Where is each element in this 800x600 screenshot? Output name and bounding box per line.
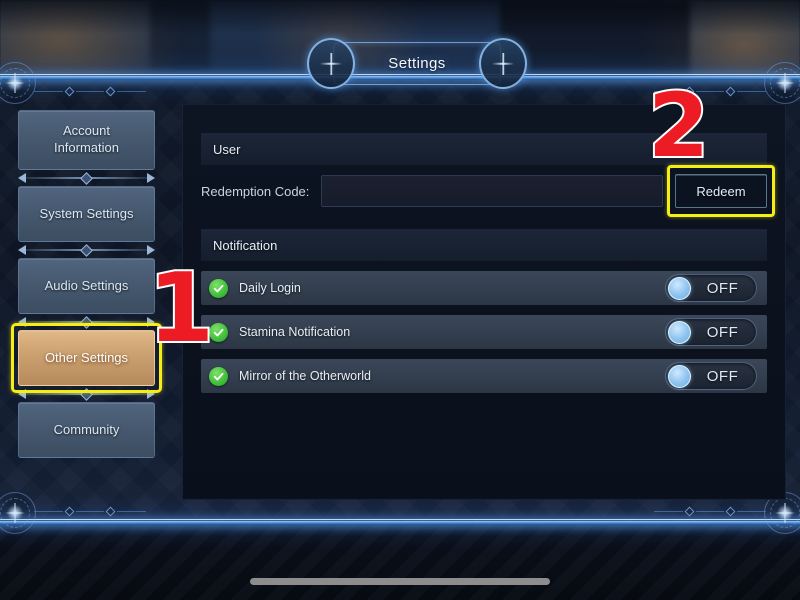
corner-star-ornament-icon — [758, 56, 800, 110]
annotation-step-2: 2 — [646, 74, 711, 177]
plaque-star-right-icon — [477, 36, 529, 91]
notification-row: Mirror of the Otherworld OFF — [201, 359, 767, 393]
redemption-code-input[interactable] — [321, 175, 663, 207]
toggle-knob — [668, 320, 691, 344]
background-vignette — [0, 0, 800, 34]
sidebar-divider — [18, 170, 155, 186]
sidebar-divider — [18, 242, 155, 258]
notification-label: Daily Login — [239, 281, 301, 295]
frame-dot-rail — [654, 506, 767, 516]
notification-row: Stamina Notification OFF — [201, 315, 767, 349]
frame-dot-rail — [34, 506, 147, 516]
notification-rows: Daily Login OFF Stamina Notification OFF Mir… — [183, 271, 785, 393]
sidebar-item-label: Audio Settings — [44, 277, 129, 293]
sidebar-item-label: System Settings — [39, 205, 134, 221]
sidebar-item-label: Other Settings — [44, 349, 129, 365]
sidebar-divider — [18, 386, 155, 402]
notification-toggle[interactable]: OFF — [665, 274, 757, 302]
corner-star-ornament-icon — [0, 486, 42, 540]
sidebar-item-system-settings[interactable]: System Settings — [18, 186, 155, 242]
app-screen: Settings Account Information System Settin… — [0, 0, 800, 600]
toggle-state-label: OFF — [706, 323, 739, 341]
settings-sidebar: Account Information System Settings Audio S… — [11, 110, 162, 458]
toggle-state-label: OFF — [706, 367, 739, 385]
notification-row: Daily Login OFF — [201, 271, 767, 305]
plaque-star-left-icon — [305, 36, 357, 91]
corner-star-ornament-icon — [0, 56, 42, 110]
notification-label: Mirror of the Otherworld — [239, 369, 371, 383]
toggle-knob — [668, 364, 691, 388]
notification-toggle[interactable]: OFF — [665, 318, 757, 346]
sidebar-item-other-settings[interactable]: Other Settings — [18, 330, 155, 386]
frame-rail-bottom — [0, 519, 800, 525]
toggle-state-label: OFF — [706, 279, 739, 297]
sidebar-divider — [18, 314, 155, 330]
page-title: Settings — [388, 55, 446, 72]
sidebar-item-account-information[interactable]: Account Information — [18, 110, 155, 170]
sidebar-item-community[interactable]: Community — [18, 402, 155, 458]
redemption-code-label: Redemption Code: — [201, 183, 310, 199]
sidebar-item-label: Account Information — [53, 123, 120, 155]
annotation-step-1: 1 — [146, 254, 216, 364]
section-header-notification: Notification — [201, 229, 767, 261]
background-floor — [0, 525, 800, 600]
sidebar-item-audio-settings[interactable]: Audio Settings — [18, 258, 155, 314]
sidebar-item-label: Community — [53, 421, 120, 437]
window-title-plaque: Settings — [305, 36, 529, 91]
redeem-button-wrapper: Redeem — [667, 165, 775, 217]
home-indicator[interactable] — [250, 578, 550, 585]
notification-label: Stamina Notification — [239, 325, 351, 339]
check-circle-icon — [209, 366, 228, 386]
notification-toggle[interactable]: OFF — [665, 362, 757, 390]
redeem-button[interactable]: Redeem — [675, 174, 767, 208]
toggle-knob — [668, 276, 691, 300]
frame-dot-rail — [34, 86, 147, 96]
